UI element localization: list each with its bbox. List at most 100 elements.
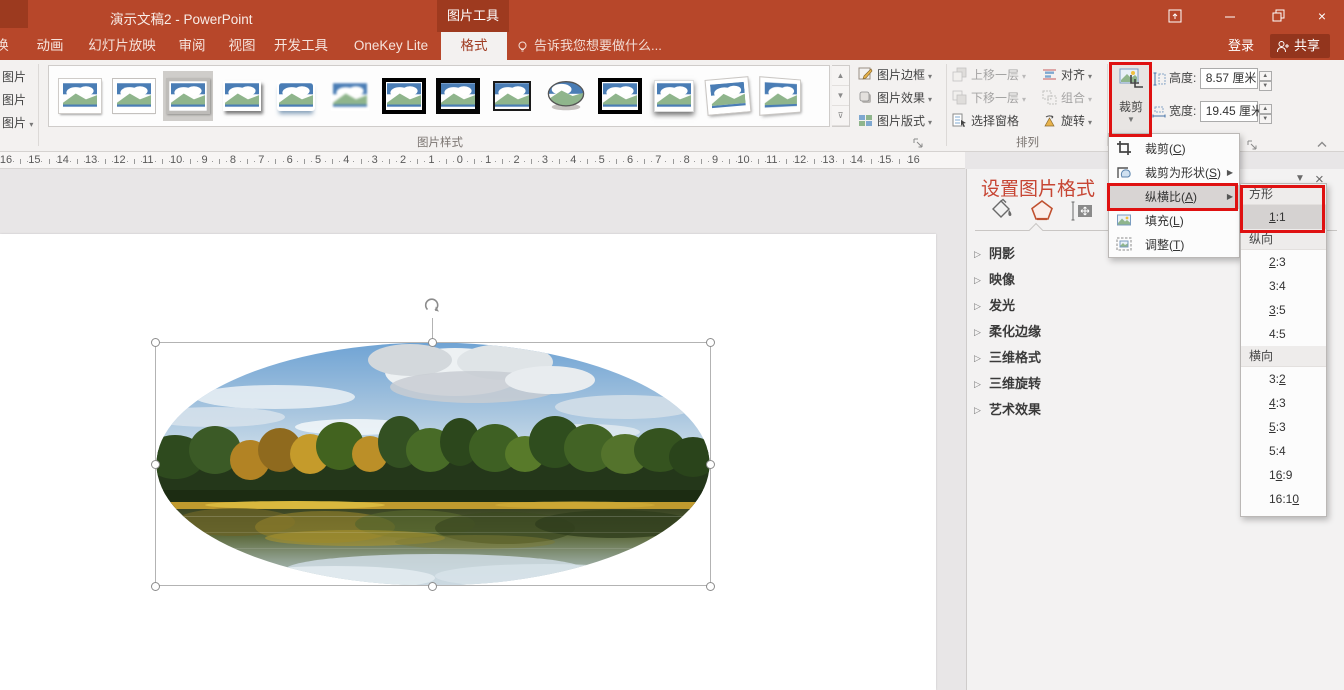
gallery-scroll-up-icon[interactable]: ▲ <box>832 66 849 86</box>
tab-format[interactable]: 格式 <box>441 32 507 60</box>
ruler-number: 10 <box>170 154 182 166</box>
selection-pane-button[interactable]: 选择窗格 <box>952 110 1042 132</box>
effects-tab-active[interactable] <box>1029 198 1055 224</box>
tell-me-box[interactable]: 告诉我您想要做什么... <box>516 32 662 60</box>
picture-border-button[interactable]: 图片边框▾ <box>858 64 932 86</box>
tab-6[interactable]: OneKey Lite <box>348 32 434 60</box>
tab-transitions-partial[interactable]: 换 <box>0 32 12 60</box>
gallery-scroll-down-icon[interactable]: ▼ <box>832 86 849 106</box>
picture-style-metal-oval[interactable] <box>541 71 591 121</box>
aspect-ratio-3-2[interactable]: 3:2 <box>1241 367 1326 391</box>
picture-style-simple-frame-white[interactable] <box>55 71 105 121</box>
tab-2[interactable]: 幻灯片放映 <box>84 32 160 60</box>
picture-style-drop-shadow-rectangle[interactable] <box>217 71 267 121</box>
selection-handle[interactable] <box>151 338 160 347</box>
tab-1[interactable]: 动画 <box>28 32 72 60</box>
gallery-more-icon[interactable]: ⊽ <box>832 106 849 126</box>
expand-arrow-icon[interactable]: ▷ <box>974 371 981 397</box>
size-properties-tab[interactable] <box>1069 198 1095 224</box>
expand-arrow-icon[interactable]: ▷ <box>974 319 981 345</box>
aspect-ratio-5-4[interactable]: 5:4 <box>1241 439 1326 463</box>
picture-styles-gallery <box>48 65 830 127</box>
fill-crop-icon <box>1116 212 1134 230</box>
crop-menu-item-L[interactable]: 填充(L) <box>1109 209 1239 233</box>
aspect-ratio-4-3[interactable]: 4:3 <box>1241 391 1326 415</box>
align-button[interactable]: 对齐▾ <box>1042 64 1104 86</box>
app-icon[interactable] <box>0 0 28 28</box>
picture-style-double-frame-black[interactable] <box>379 71 429 121</box>
picture-style-perspective-white[interactable] <box>757 71 807 121</box>
shape-width-icon <box>1152 105 1166 119</box>
selection-handle[interactable] <box>151 582 160 591</box>
crop-menu-item-T[interactable]: 调整(T) <box>1109 233 1239 257</box>
selection-handle[interactable] <box>428 338 437 347</box>
picture-style-rotated-white[interactable] <box>703 71 753 121</box>
aspect-ratio-16-9[interactable]: 16:9 <box>1241 463 1326 487</box>
crop-button[interactable]: 裁剪 ▼ <box>1112 62 1150 135</box>
size-dialog-launcher-icon[interactable] <box>1246 138 1259 151</box>
picture-style-beveled-matte-white[interactable] <box>109 71 159 121</box>
adjust-partial-button[interactable]: 图片 <box>2 66 33 89</box>
selection-bounding-box <box>155 342 711 586</box>
crop-menu-item-C[interactable]: 裁剪(C) <box>1109 137 1239 161</box>
picture-style-reflected-rounded-rectangle[interactable] <box>271 71 321 121</box>
ribbon-display-options-icon[interactable] <box>1158 4 1192 28</box>
aspect-ratio-1-1[interactable]: 1:1 <box>1241 205 1326 229</box>
width-input[interactable]: 19.45 厘米 <box>1200 101 1258 122</box>
share-person-icon <box>1276 40 1290 53</box>
tab-5[interactable]: 开发工具 <box>270 32 332 60</box>
height-input[interactable]: 8.57 厘米 <box>1200 68 1258 89</box>
ruler-number: 2 <box>513 154 519 166</box>
picture-style-soft-edge-rectangle[interactable] <box>325 71 375 121</box>
aspect-ratio-3-4[interactable]: 3:4 <box>1241 274 1326 298</box>
selection-handle[interactable] <box>706 338 715 347</box>
ruler-number: 10 <box>737 154 749 166</box>
sign-in-button[interactable]: 登录 <box>1228 32 1254 60</box>
aspect-ratio-3-5[interactable]: 3:5 <box>1241 298 1326 322</box>
aspect-ratio-4-5[interactable]: 4:5 <box>1241 322 1326 346</box>
picture-layout-button[interactable]: 图片版式▾ <box>858 110 932 132</box>
picture-styles-dialog-launcher-icon[interactable] <box>912 136 925 149</box>
collapse-ribbon-icon[interactable] <box>1316 138 1329 151</box>
width-spinner[interactable]: ▲▼ <box>1259 104 1272 124</box>
picture-style-thick-matte-black[interactable] <box>433 71 483 121</box>
ruler-number: 5 <box>315 154 321 166</box>
aspect-ratio-16-10[interactable]: 16:10 <box>1241 487 1326 511</box>
crop-to-shape-icon <box>1116 164 1134 182</box>
rotation-handle-icon[interactable] <box>421 295 443 322</box>
restore-icon[interactable] <box>1261 4 1295 28</box>
picture-style-center-shadow-rectangle[interactable] <box>649 71 699 121</box>
crop-dropdown-arrow-icon[interactable]: ▼ <box>1112 115 1150 124</box>
expand-arrow-icon[interactable]: ▷ <box>974 267 981 293</box>
expand-arrow-icon[interactable]: ▷ <box>974 241 981 267</box>
fill-line-tab[interactable] <box>989 198 1015 224</box>
share-button[interactable]: 共享 <box>1270 34 1330 58</box>
picture-style-compound-frame-black[interactable] <box>595 71 645 121</box>
selection-handle[interactable] <box>428 582 437 591</box>
picture-style-simple-frame-black[interactable] <box>487 71 537 121</box>
expand-arrow-icon[interactable]: ▷ <box>974 397 981 423</box>
crop-menu-item-A[interactable]: 纵横比(A)▶ <box>1109 185 1239 209</box>
tab-4[interactable]: 视图 <box>222 32 262 60</box>
ruler-number: 3 <box>542 154 548 166</box>
expand-arrow-icon[interactable]: ▷ <box>974 293 981 319</box>
ruler-number: 13 <box>822 154 834 166</box>
selection-handle[interactable] <box>151 460 160 469</box>
expand-arrow-icon[interactable]: ▷ <box>974 345 981 371</box>
picture-tools-context-header: 图片工具 <box>437 0 509 32</box>
crop-menu-item-S[interactable]: 裁剪为形状(S)▶ <box>1109 161 1239 185</box>
aspect-ratio-2-3[interactable]: 2:3 <box>1241 250 1326 274</box>
selection-handle[interactable] <box>706 460 715 469</box>
adjust-partial-button[interactable]: 图片 <box>2 89 33 112</box>
rotate-button[interactable]: 旋转▾ <box>1042 110 1104 132</box>
picture-style-metal-frame[interactable] <box>163 71 213 121</box>
close-icon[interactable]: × <box>1305 4 1339 28</box>
adjust-partial-button[interactable]: 图片 ▾ <box>2 112 33 135</box>
height-spinner[interactable]: ▲▼ <box>1259 71 1272 91</box>
tab-3[interactable]: 审阅 <box>172 32 212 60</box>
horizontal-ruler[interactable]: 1615141312111098765432101234567891011121… <box>0 152 965 169</box>
selection-handle[interactable] <box>706 582 715 591</box>
picture-effects-button[interactable]: 图片效果▾ <box>858 87 932 109</box>
aspect-ratio-5-3[interactable]: 5:3 <box>1241 415 1326 439</box>
minimize-icon[interactable] <box>1213 4 1247 28</box>
